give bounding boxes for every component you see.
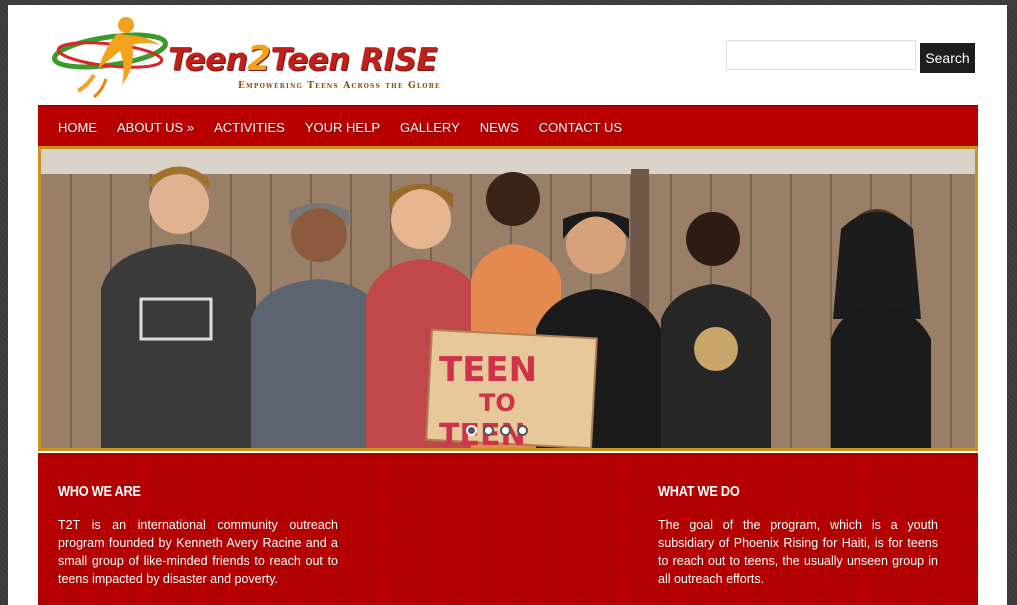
what-we-do-section: WHAT WE DO The goal of the program, whic… [658, 483, 938, 588]
who-we-are-text: T2T is an international community outrea… [58, 518, 338, 586]
nav-item-about-us[interactable]: ABOUT US » [117, 120, 194, 135]
nav-item-home[interactable]: HOME [58, 120, 97, 135]
nav-item-contact-us[interactable]: CONTACT US [539, 120, 622, 135]
who-we-are-heading: WHO WE ARE [58, 483, 141, 500]
what-we-do-text: The goal of the program, which is a yout… [658, 518, 938, 586]
search-button[interactable]: Search [920, 43, 975, 73]
logo-title-part3: Teen RISE [270, 42, 437, 78]
nav-item-gallery[interactable]: GALLERY [400, 120, 460, 135]
figure-swoosh-icon [52, 17, 168, 99]
sign-text-line1: TEEN [439, 350, 537, 390]
hero-slider[interactable]: TEEN TO TEEN [38, 146, 978, 451]
slider-dot-4[interactable] [517, 425, 528, 436]
page-container: Teen2Teen RISE Empowering Teens Across t… [8, 5, 1007, 605]
who-we-are-section: WHO WE ARE T2T is an international commu… [58, 483, 338, 588]
slider-dot-2[interactable] [483, 425, 494, 436]
site-logo[interactable]: Teen2Teen RISE Empowering Teens Across t… [48, 11, 478, 101]
slider-dot-3[interactable] [500, 425, 511, 436]
nav-item-your-help[interactable]: YOUR HELP [305, 120, 380, 135]
logo-title: Teen2Teen RISE [168, 39, 437, 79]
nav-item-activities[interactable]: ACTIVITIES [214, 120, 285, 135]
slider-dot-1[interactable] [466, 425, 477, 436]
main-nav: HOME ABOUT US » ACTIVITIES YOUR HELP GAL… [38, 105, 978, 148]
logo-title-part1: Teen [168, 42, 248, 78]
logo-title-part2: 2 [247, 39, 271, 79]
slider-pagination [466, 425, 528, 436]
nav-item-news[interactable]: NEWS [480, 120, 519, 135]
content-area: WHO WE ARE T2T is an international commu… [38, 453, 978, 605]
hero-photo: TEEN TO TEEN [41, 149, 975, 448]
logo-tagline: Empowering Teens Across the Globe [238, 81, 441, 91]
sign-text-line2: TO [479, 389, 516, 417]
search-input[interactable] [726, 40, 916, 70]
what-we-do-heading: WHAT WE DO [658, 483, 740, 500]
